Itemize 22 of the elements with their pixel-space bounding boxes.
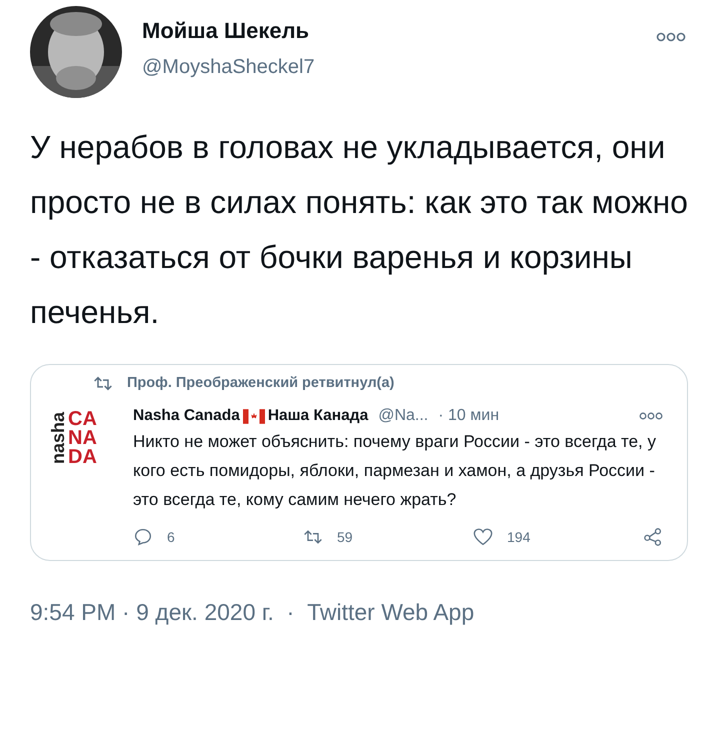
retweet-icon[interactable] xyxy=(303,528,323,546)
retweet-icon xyxy=(93,376,113,390)
retweeted-by-text[interactable]: Проф. Преображенский ретвитнул(а) xyxy=(127,375,394,391)
account-handle[interactable]: @Na... xyxy=(378,407,428,425)
account-name[interactable]: Наша Канада xyxy=(268,407,368,425)
action-count: 6 xyxy=(167,529,175,545)
action-count: 194 xyxy=(507,529,530,545)
quoted-tweet-text: Никто не может объяснить: почему враги России - это всегда те, у кого есть помидоры, яблоки, пармезан и хамон, а друзья России - это всегда те, кому самим нечего жрать? xyxy=(133,431,657,511)
account-name[interactable]: Nasha Canada xyxy=(133,407,240,425)
author-handle[interactable]: @MoyshaSheckel7 xyxy=(142,56,656,79)
heart-icon[interactable] xyxy=(473,528,493,546)
share-icon[interactable] xyxy=(643,528,663,546)
tweet-timestamp: 9:54 PM · 9 дек. 2020 г. · Twitter Web App xyxy=(30,599,476,626)
author-name[interactable]: Мойша Шекель xyxy=(142,18,656,44)
flag-icon xyxy=(242,408,265,424)
tweet-text: У нерабов в головах не укладывается, они просто не в силах понять: как это так можно - отказаться от бочки варенья и корзины печенья. xyxy=(30,128,688,332)
post-time: · 10 мин xyxy=(438,407,500,425)
more-icon[interactable] xyxy=(639,412,663,420)
action-count: 59 xyxy=(337,529,353,545)
reply-icon[interactable] xyxy=(133,528,153,546)
quoted-tweet-card[interactable] xyxy=(30,364,688,561)
more-icon[interactable] xyxy=(656,32,686,42)
